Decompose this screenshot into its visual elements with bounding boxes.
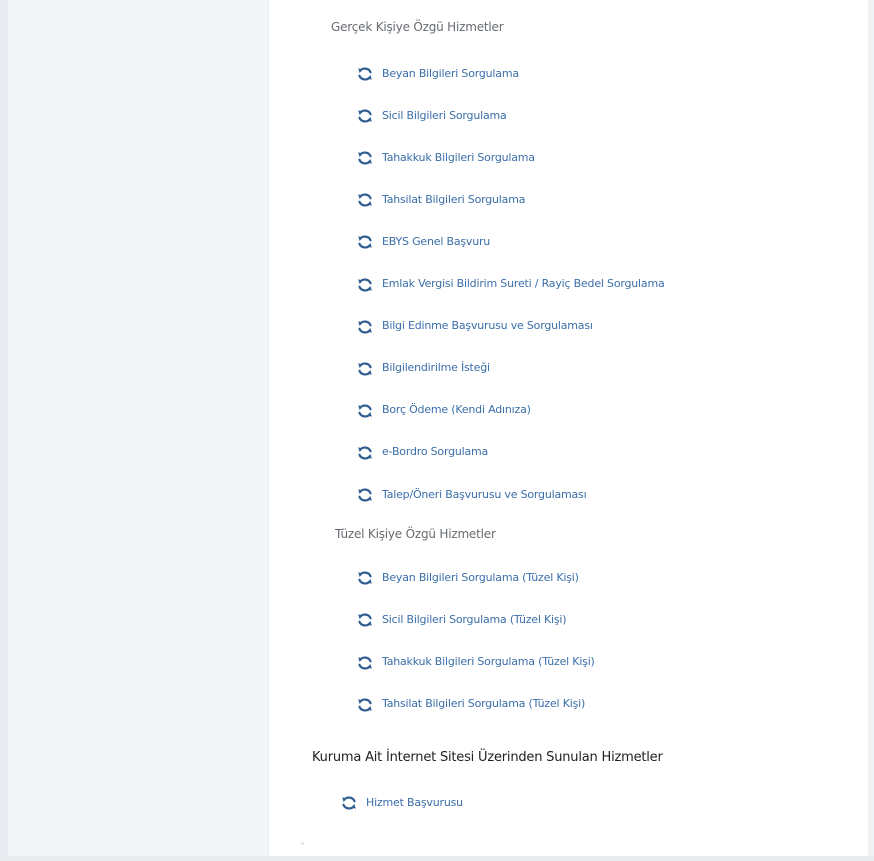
refresh-icon xyxy=(357,697,373,712)
gercek-service-link-6[interactable]: Emlak Vergisi Bildirim Sureti / Rayiç Be… xyxy=(357,277,665,292)
service-link-label: Talep/Öneri Başvurusu ve Sorgulaması xyxy=(382,487,587,501)
refresh-icon xyxy=(357,234,373,249)
service-link-label: Tahakkuk Bilgileri Sorgulama xyxy=(382,150,535,164)
refresh-icon xyxy=(357,108,373,123)
refresh-icon xyxy=(341,795,357,810)
service-link-label: Borç Ödeme (Kendi Adınıza) xyxy=(382,403,531,417)
service-link-label: Tahsilat Bilgileri Sorgulama (Tüzel Kişi… xyxy=(382,697,586,711)
left-edge xyxy=(0,0,8,861)
service-link-label: Sicil Bilgileri Sorgulama xyxy=(382,108,507,122)
refresh-icon xyxy=(357,192,373,207)
gercek-service-link-9[interactable]: Borç Ödeme (Kendi Adınıza) xyxy=(357,403,531,418)
service-link-label: Sicil Bilgileri Sorgulama (Tüzel Kişi) xyxy=(382,612,567,626)
tuzel-service-link-4[interactable]: Tahsilat Bilgileri Sorgulama (Tüzel Kişi… xyxy=(357,697,586,712)
refresh-icon xyxy=(357,655,373,670)
service-link-label: Hizmet Başvurusu xyxy=(366,795,463,809)
service-link-label: Tahsilat Bilgileri Sorgulama xyxy=(382,192,526,206)
refresh-icon xyxy=(357,487,373,502)
service-link-label: e-Bordro Sorgulama xyxy=(382,445,489,459)
services-content: Gerçek Kişiye Özgü Hizmetler Beyan Bilgi… xyxy=(269,0,868,856)
decorative-dot xyxy=(301,842,304,845)
gercek-service-link-10[interactable]: e-Bordro Sorgulama xyxy=(357,445,489,460)
gercek-service-link-8[interactable]: Bilgilendirilme İsteği xyxy=(357,361,490,376)
service-link-label: Tahakkuk Bilgileri Sorgulama (Tüzel Kişi… xyxy=(382,655,595,669)
gercek-service-link-1[interactable]: Beyan Bilgileri Sorgulama xyxy=(357,66,519,81)
service-link-label: Emlak Vergisi Bildirim Sureti / Rayiç Be… xyxy=(382,277,665,290)
gercek-service-link-5[interactable]: EBYS Genel Başvuru xyxy=(357,234,491,249)
gercek-service-link-4[interactable]: Tahsilat Bilgileri Sorgulama xyxy=(357,192,526,207)
refresh-icon xyxy=(357,570,373,585)
service-link-label: Bilgilendirilme İsteği xyxy=(382,361,490,375)
section-heading-tuzel: Tüzel Kişiye Özgü Hizmetler xyxy=(335,527,496,541)
refresh-icon xyxy=(357,403,373,418)
tuzel-service-link-3[interactable]: Tahakkuk Bilgileri Sorgulama (Tüzel Kişi… xyxy=(357,655,595,670)
bottom-edge xyxy=(0,856,874,861)
kurum-service-link-1[interactable]: Hizmet Başvurusu xyxy=(341,795,463,810)
section-heading-kurum: Kuruma Ait İnternet Sitesi Üzerinden Sun… xyxy=(312,750,663,765)
service-link-label: Beyan Bilgileri Sorgulama (Tüzel Kişi) xyxy=(382,570,579,584)
refresh-icon xyxy=(357,361,373,376)
page: Gerçek Kişiye Özgü Hizmetler Beyan Bilgi… xyxy=(0,0,874,861)
refresh-icon xyxy=(357,445,373,460)
refresh-icon xyxy=(357,612,373,627)
refresh-icon xyxy=(357,150,373,165)
gercek-service-link-3[interactable]: Tahakkuk Bilgileri Sorgulama xyxy=(357,150,535,165)
right-edge xyxy=(868,0,874,861)
refresh-icon xyxy=(357,319,373,334)
section-heading-gercek: Gerçek Kişiye Özgü Hizmetler xyxy=(331,20,504,34)
gercek-service-link-11[interactable]: Talep/Öneri Başvurusu ve Sorgulaması xyxy=(357,487,587,502)
refresh-icon xyxy=(357,277,373,292)
tuzel-service-link-2[interactable]: Sicil Bilgileri Sorgulama (Tüzel Kişi) xyxy=(357,612,567,627)
service-link-label: Beyan Bilgileri Sorgulama xyxy=(382,66,519,80)
service-link-label: Bilgi Edinme Başvurusu ve Sorgulaması xyxy=(382,319,593,333)
sidebar-panel xyxy=(8,0,268,861)
gercek-service-link-2[interactable]: Sicil Bilgileri Sorgulama xyxy=(357,108,507,123)
tuzel-service-link-1[interactable]: Beyan Bilgileri Sorgulama (Tüzel Kişi) xyxy=(357,570,579,585)
gercek-service-link-7[interactable]: Bilgi Edinme Başvurusu ve Sorgulaması xyxy=(357,319,593,334)
service-link-label: EBYS Genel Başvuru xyxy=(382,234,491,248)
refresh-icon xyxy=(357,66,373,81)
